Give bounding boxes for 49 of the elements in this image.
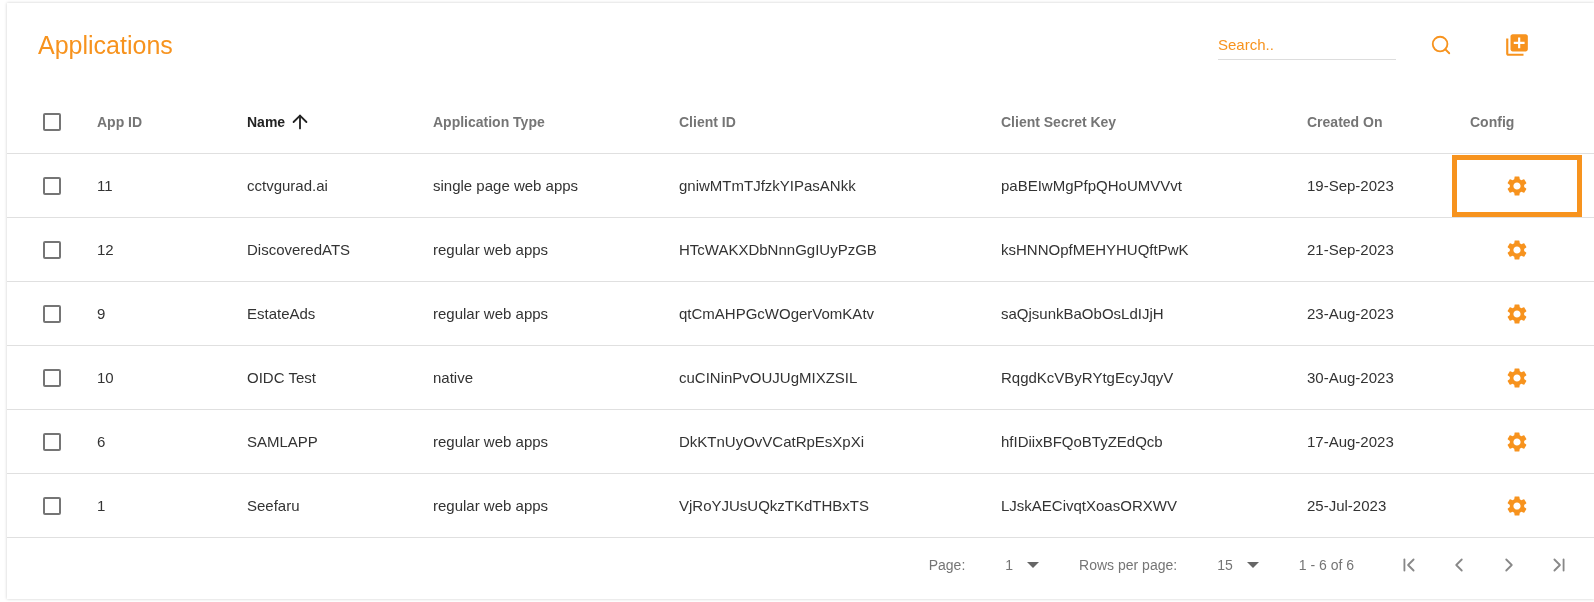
table-cell: regular web apps [433,241,549,258]
column-header[interactable]: Client Secret Key [1001,114,1117,130]
table-cell: SAMLAPP [247,433,318,450]
table-cell: hfIDiixBFQoBTyZEdQcb [1001,433,1163,450]
table-cell: saQjsunkBaObOsLdIJjH [1001,305,1164,322]
page-select[interactable]: 1 [1005,557,1040,573]
table-cell: paBEIwMgPfpQHoUMVVvt [1001,177,1182,194]
page-title: Applications [38,30,174,60]
rows-per-page-select[interactable]: 15 [1217,557,1259,573]
table-cell: gniwMTmTJfzkYIPasANkk [679,177,856,194]
table-cell: RqgdKcVByRYtgEcyJqyV [1001,369,1174,386]
table-cell: cuCINinPvOUJUgMIXZSIL [679,369,858,386]
table-cell: regular web apps [433,433,549,450]
table-cell: OIDC Test [247,369,316,386]
table-cell: regular web apps [433,305,549,322]
table-cell: qtCmAHPGcWOgerVomKAtv [679,305,875,322]
table-cell: 17-Aug-2023 [1307,433,1394,450]
table-cell: DiscoveredATS [247,241,351,258]
table-cell: 10 [97,369,114,386]
table-cell: DkKTnUyOvVCatRpEsXpXi [679,433,865,450]
column-header[interactable]: App ID [97,114,143,130]
table-cell: 1 [97,497,106,514]
table-cell: 19-Sep-2023 [1307,177,1394,194]
column-header[interactable]: Application Type [433,114,545,130]
column-header[interactable]: Client ID [679,114,736,130]
column-header[interactable]: Created On [1307,114,1383,130]
table-cell: ksHNNOpfMEHYHUQftPwK [1001,241,1189,258]
table-cell: 23-Aug-2023 [1307,305,1394,322]
table-cell: HTcWAKXDbNnnGgIUyPzGB [679,241,877,258]
table-cell: single page web apps [433,177,579,194]
table-cell: 21-Sep-2023 [1307,241,1394,258]
table-cell: 12 [97,241,114,258]
table-cell: cctvgurad.ai [247,177,328,194]
column-header[interactable]: Config [1470,114,1515,130]
table-cell: 11 [97,177,113,194]
column-header[interactable]: Name [247,114,286,130]
table-cell: 25-Jul-2023 [1307,497,1387,514]
rows-per-page-label: Rows per page: [1079,557,1178,573]
table-cell: VjRoYJUsUQkzTKdTHBxTS [679,497,870,514]
table-cell: EstateAds [247,305,316,322]
table-cell: LJskAECivqtXoasORXWV [1001,497,1177,514]
table-cell: 6 [97,433,106,450]
table-cell: regular web apps [433,497,549,514]
page-label: Page: [928,557,966,573]
table-cell: 30-Aug-2023 [1307,369,1394,386]
table-cell: native [433,369,474,386]
table-cell: Seefaru [247,497,300,514]
table-cell: 9 [97,305,106,322]
page-range: 1 - 6 of 6 [1298,557,1354,573]
